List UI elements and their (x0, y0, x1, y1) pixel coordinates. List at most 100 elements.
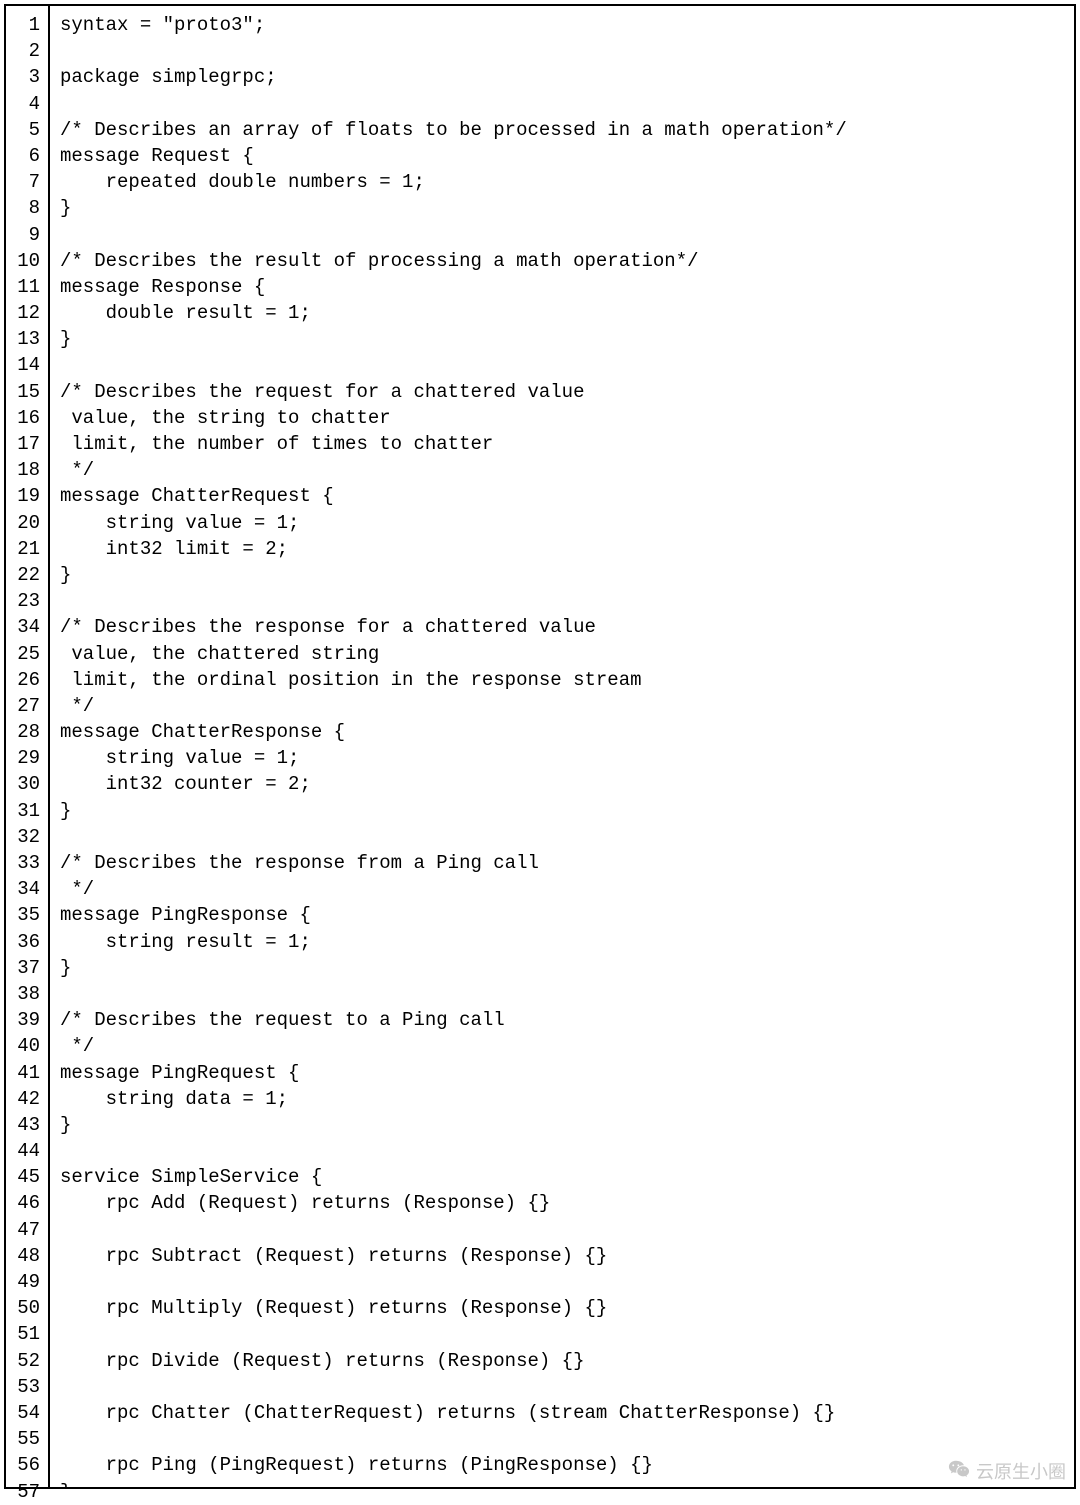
code-line: */ (60, 693, 1064, 719)
line-number: 49 (16, 1269, 40, 1295)
code-line: int32 limit = 2; (60, 536, 1064, 562)
line-number: 25 (16, 641, 40, 667)
line-number: 41 (16, 1060, 40, 1086)
line-number: 9 (16, 222, 40, 248)
code-line: string data = 1; (60, 1086, 1064, 1112)
line-number: 8 (16, 195, 40, 221)
line-number: 21 (16, 536, 40, 562)
code-block: 1234567891011121314151617181920212223342… (4, 4, 1076, 1489)
line-number: 2 (16, 38, 40, 64)
line-number: 34 (16, 614, 40, 640)
line-number: 14 (16, 352, 40, 378)
code-line: rpc Multiply (Request) returns (Response… (60, 1295, 1064, 1321)
line-number: 5 (16, 117, 40, 143)
code-line: limit, the ordinal position in the respo… (60, 667, 1064, 693)
code-line (60, 38, 1064, 64)
line-number: 38 (16, 981, 40, 1007)
line-number: 50 (16, 1295, 40, 1321)
code-line: rpc Subtract (Request) returns (Response… (60, 1243, 1064, 1269)
code-line: } (60, 955, 1064, 981)
code-line: string result = 1; (60, 929, 1064, 955)
code-line: message ChatterRequest { (60, 483, 1064, 509)
code-line: value, the chattered string (60, 641, 1064, 667)
code-line: value, the string to chatter (60, 405, 1064, 431)
line-number: 7 (16, 169, 40, 195)
code-line: int32 counter = 2; (60, 771, 1064, 797)
code-line: message Response { (60, 274, 1064, 300)
code-line (60, 981, 1064, 1007)
line-number: 46 (16, 1190, 40, 1216)
line-number: 10 (16, 248, 40, 274)
line-number: 16 (16, 405, 40, 431)
line-number: 26 (16, 667, 40, 693)
code-line: rpc Add (Request) returns (Response) {} (60, 1190, 1064, 1216)
line-number: 31 (16, 798, 40, 824)
line-number: 40 (16, 1033, 40, 1059)
wechat-icon (948, 1458, 970, 1487)
line-number: 19 (16, 483, 40, 509)
code-line: message PingResponse { (60, 902, 1064, 928)
code-line (60, 1217, 1064, 1243)
line-number: 13 (16, 326, 40, 352)
line-number: 42 (16, 1086, 40, 1112)
line-number: 6 (16, 143, 40, 169)
code-line: /* Describes the response for a chattere… (60, 614, 1064, 640)
line-number-gutter: 1234567891011121314151617181920212223342… (6, 6, 50, 1487)
code-line: } (60, 1112, 1064, 1138)
code-line (60, 1426, 1064, 1452)
code-line: */ (60, 1033, 1064, 1059)
code-line: /* Describes the response from a Ping ca… (60, 850, 1064, 876)
code-line: } (60, 195, 1064, 221)
code-line (60, 222, 1064, 248)
line-number: 55 (16, 1426, 40, 1452)
line-number: 54 (16, 1400, 40, 1426)
code-line: limit, the number of times to chatter (60, 431, 1064, 457)
code-line: rpc Ping (PingRequest) returns (PingResp… (60, 1452, 1064, 1478)
line-number: 18 (16, 457, 40, 483)
line-number: 36 (16, 929, 40, 955)
watermark: 云原生小圈 (948, 1458, 1066, 1487)
code-content: syntax = "proto3";package simplegrpc;/* … (50, 6, 1074, 1487)
code-line: } (60, 798, 1064, 824)
code-line: syntax = "proto3"; (60, 12, 1064, 38)
line-number: 44 (16, 1138, 40, 1164)
line-number: 4 (16, 91, 40, 117)
watermark-text: 云原生小圈 (976, 1459, 1066, 1485)
code-line: repeated double numbers = 1; (60, 169, 1064, 195)
line-number: 48 (16, 1243, 40, 1269)
line-number: 27 (16, 693, 40, 719)
line-number: 12 (16, 300, 40, 326)
code-line: message Request { (60, 143, 1064, 169)
code-line (60, 1374, 1064, 1400)
line-number: 43 (16, 1112, 40, 1138)
code-line: rpc Divide (Request) returns (Response) … (60, 1348, 1064, 1374)
code-line: */ (60, 457, 1064, 483)
line-number: 47 (16, 1217, 40, 1243)
line-number: 1 (16, 12, 40, 38)
code-line: rpc Chatter (ChatterRequest) returns (st… (60, 1400, 1064, 1426)
line-number: 56 (16, 1452, 40, 1478)
code-line (60, 824, 1064, 850)
line-number: 22 (16, 562, 40, 588)
line-number: 11 (16, 274, 40, 300)
code-line (60, 352, 1064, 378)
code-line: double result = 1; (60, 300, 1064, 326)
code-line: /* Describes the result of processing a … (60, 248, 1064, 274)
line-number: 23 (16, 588, 40, 614)
line-number: 20 (16, 510, 40, 536)
line-number: 52 (16, 1348, 40, 1374)
line-number: 17 (16, 431, 40, 457)
code-line: service SimpleService { (60, 1164, 1064, 1190)
line-number: 45 (16, 1164, 40, 1190)
code-line (60, 91, 1064, 117)
code-line: /* Describes the request to a Ping call (60, 1007, 1064, 1033)
code-line (60, 1138, 1064, 1164)
code-line: } (60, 562, 1064, 588)
code-line: message PingRequest { (60, 1060, 1064, 1086)
line-number: 35 (16, 902, 40, 928)
code-line: /* Describes an array of floats to be pr… (60, 117, 1064, 143)
line-number: 30 (16, 771, 40, 797)
code-line: } (60, 326, 1064, 352)
line-number: 32 (16, 824, 40, 850)
line-number: 15 (16, 379, 40, 405)
